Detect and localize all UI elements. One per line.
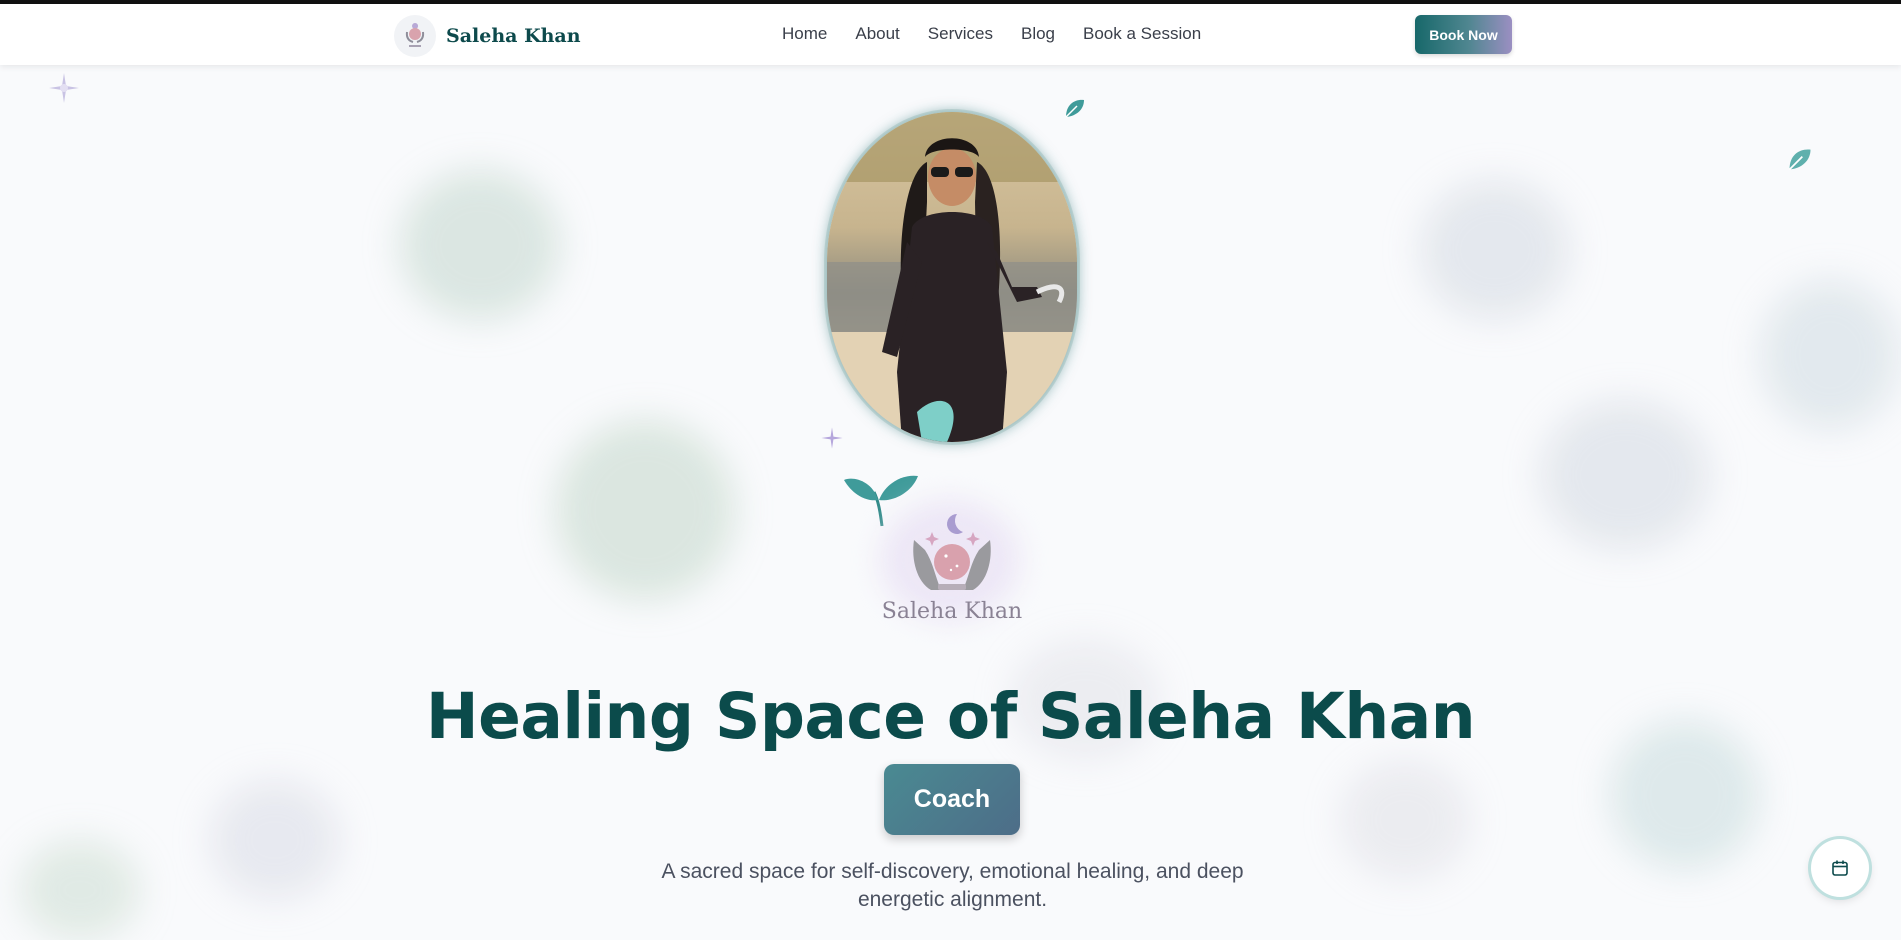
book-now-button[interactable]: Book Now (1415, 15, 1512, 54)
brand-name: Saleha Khan (446, 25, 581, 47)
crystal-ball-hands-icon (394, 15, 436, 57)
coach-button[interactable]: Coach (884, 764, 1020, 835)
decor-blob (1420, 180, 1570, 320)
decor-blob (210, 780, 340, 900)
nav-link-about[interactable]: About (855, 24, 899, 44)
emblem-name: Saleha Khan (881, 599, 1023, 624)
navbar: Saleha Khan Home About Services Blog Boo… (0, 4, 1901, 65)
leaf-icon (1788, 149, 1811, 171)
leaf-icon (1065, 99, 1084, 118)
nav-link-blog[interactable]: Blog (1021, 24, 1055, 44)
nav-links: Home About Services Blog Book a Session (782, 24, 1229, 44)
crystal-ball-hands-icon (913, 514, 991, 590)
decor-blob (1340, 760, 1470, 880)
nav-link-services[interactable]: Services (928, 24, 993, 44)
decor-blob (1760, 280, 1900, 430)
decor-blob (400, 170, 560, 320)
sparkle-icon (49, 73, 79, 103)
calendar-icon (1832, 860, 1848, 876)
nav-link-home[interactable]: Home (782, 24, 827, 44)
nav-link-book-session[interactable]: Book a Session (1083, 24, 1201, 44)
brand[interactable]: Saleha Khan (394, 15, 581, 57)
sparkle-icon (821, 427, 843, 449)
hero-tagline: A sacred space for self-discovery, emoti… (661, 860, 1244, 911)
decor-blob (1540, 400, 1710, 550)
portrait-photo (827, 112, 1077, 442)
decor-blob (555, 420, 735, 600)
calendar-fab-button[interactable] (1811, 839, 1869, 897)
hero-title: Healing Space of Saleha Khan (425, 680, 1476, 753)
decor-blob (20, 840, 140, 940)
